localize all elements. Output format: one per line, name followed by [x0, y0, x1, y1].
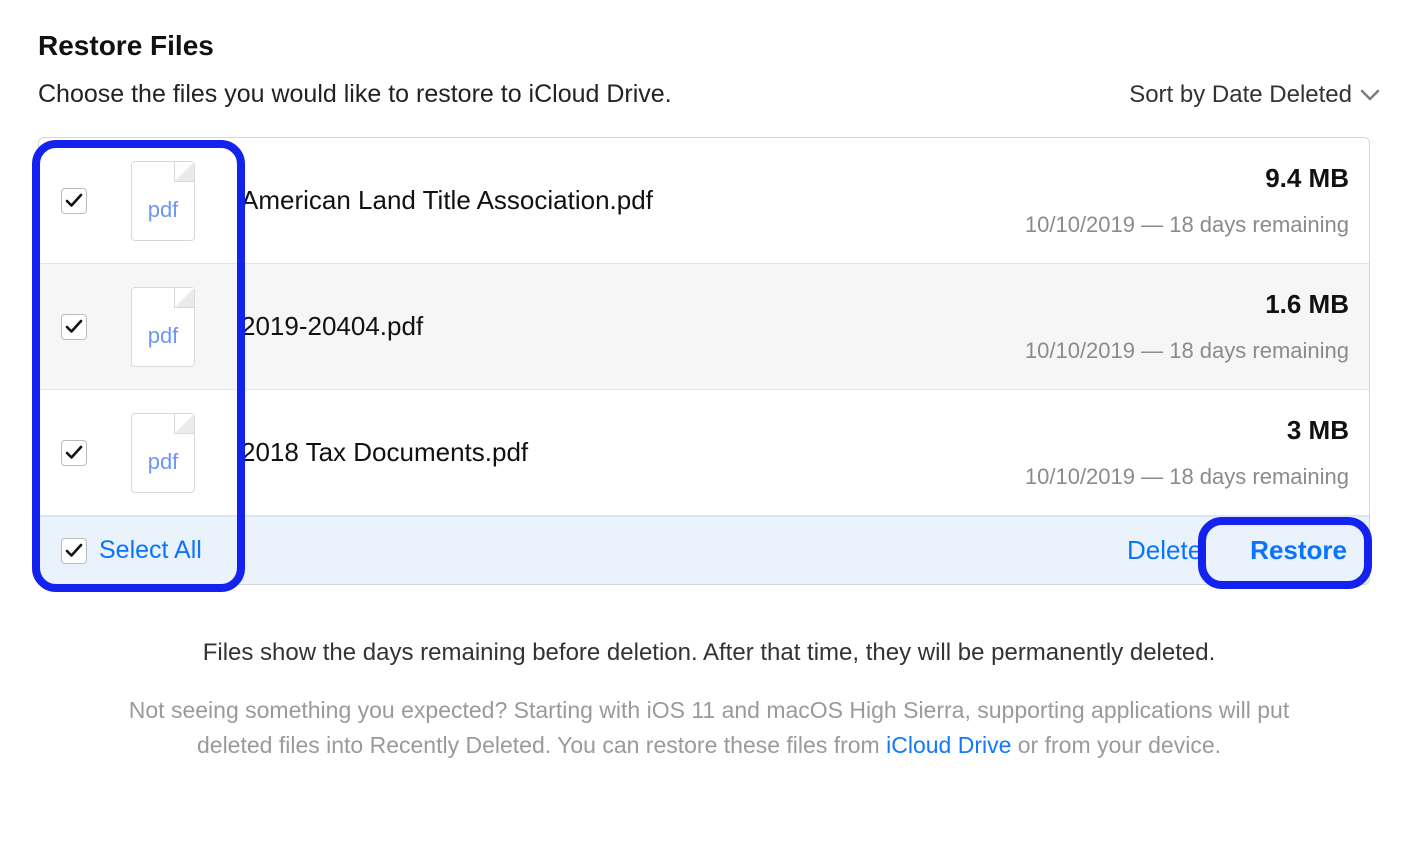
file-size: 3 MB	[1025, 415, 1349, 446]
file-meta: 10/10/2019 — 18 days remaining	[1025, 338, 1349, 364]
file-list: pdf American Land Title Association.pdf …	[38, 137, 1370, 585]
file-name: American Land Title Association.pdf	[241, 185, 1025, 216]
file-meta: 10/10/2019 — 18 days remaining	[1025, 464, 1349, 490]
sort-dropdown[interactable]: Sort by Date Deleted	[1129, 81, 1380, 109]
file-row[interactable]: pdf American Land Title Association.pdf …	[39, 138, 1369, 264]
restore-button[interactable]: Restore	[1250, 535, 1347, 566]
icloud-drive-link[interactable]: iCloud Drive	[886, 732, 1011, 758]
info-text-primary: Files show the days remaining before del…	[98, 639, 1320, 667]
page-title: Restore Files	[38, 30, 1380, 62]
row-checkbox[interactable]	[61, 440, 87, 466]
select-all-label[interactable]: Select All	[99, 536, 202, 565]
row-checkbox[interactable]	[61, 188, 87, 214]
file-size: 1.6 MB	[1025, 289, 1349, 320]
list-footer-bar: Select All Delete Restore	[39, 516, 1369, 584]
pdf-file-icon: pdf	[131, 413, 195, 493]
file-size: 9.4 MB	[1025, 163, 1349, 194]
row-checkbox[interactable]	[61, 314, 87, 340]
file-meta: 10/10/2019 — 18 days remaining	[1025, 212, 1349, 238]
select-all-checkbox[interactable]	[61, 538, 87, 564]
chevron-down-icon	[1360, 81, 1380, 109]
file-name: 2018 Tax Documents.pdf	[241, 437, 1025, 468]
delete-button[interactable]: Delete	[1127, 535, 1202, 566]
page-subtitle: Choose the files you would like to resto…	[38, 80, 672, 109]
sort-label: Sort by Date Deleted	[1129, 81, 1352, 109]
file-row[interactable]: pdf 2019-20404.pdf 1.6 MB 10/10/2019 — 1…	[39, 264, 1369, 390]
pdf-file-icon: pdf	[131, 161, 195, 241]
pdf-file-icon: pdf	[131, 287, 195, 367]
file-name: 2019-20404.pdf	[241, 311, 1025, 342]
file-row[interactable]: pdf 2018 Tax Documents.pdf 3 MB 10/10/20…	[39, 390, 1369, 516]
info-text-secondary: Not seeing something you expected? Start…	[98, 693, 1320, 762]
